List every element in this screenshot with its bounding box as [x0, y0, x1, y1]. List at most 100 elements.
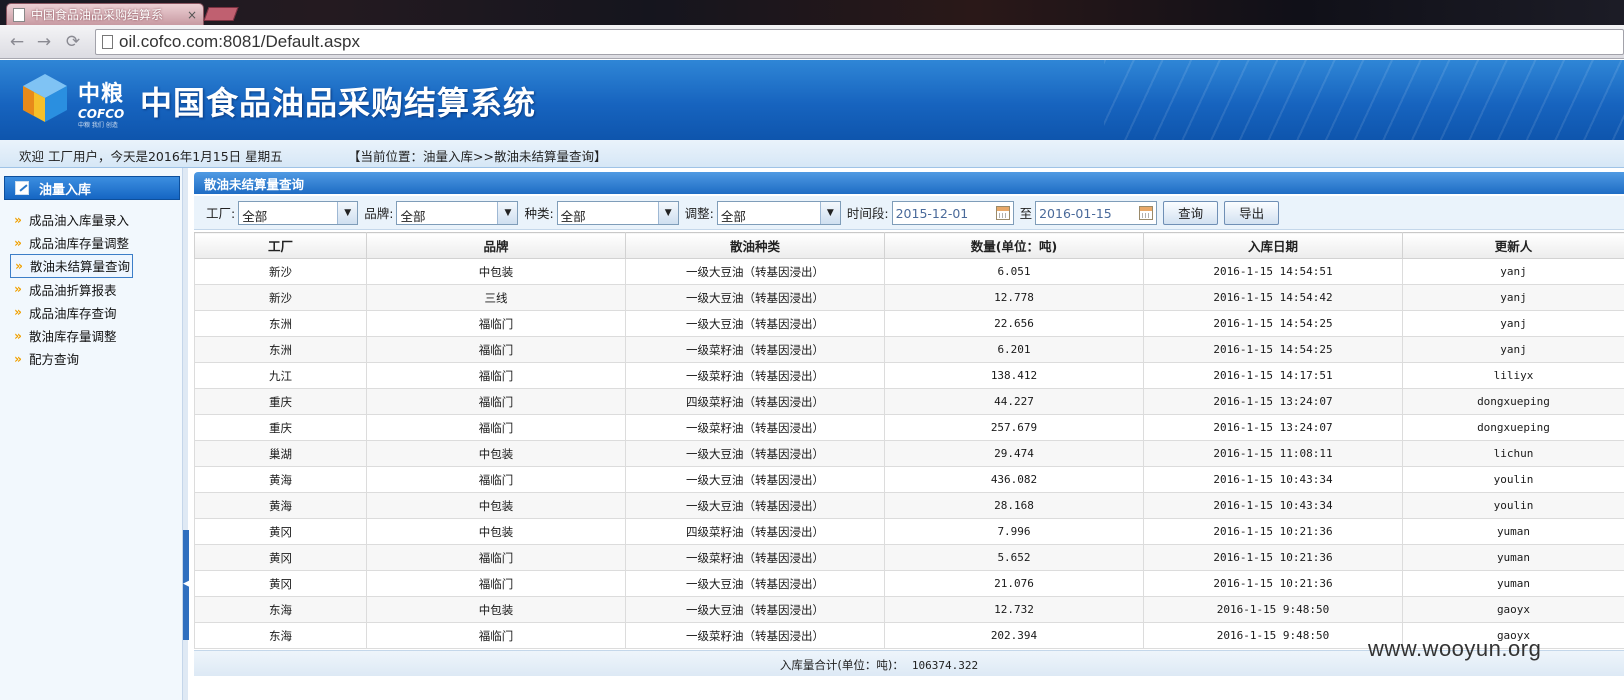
table-cell: 6.051 — [884, 258, 1144, 285]
table-row[interactable]: 黄冈 福临门 一级大豆油（转基因浸出） 21.076 2016-1-15 10:21:3… — [194, 570, 1624, 597]
table-cell: dongxueping — [1402, 414, 1624, 441]
table-row[interactable]: 黄海 福临门 一级大豆油（转基因浸出） 436.082 2016-1-15 10:43:… — [194, 466, 1624, 493]
browser-tab[interactable]: 中国食品油品采购结算系 × — [6, 3, 204, 25]
table-cell: 一级菜籽油（转基因浸出） — [625, 622, 885, 649]
sidebar-item[interactable]: » 成品油库存量调整 — [10, 231, 180, 254]
site-banner: 中粮 COFCO 中粮 我们 创造 中国食品油品采购结算系统 — [0, 60, 1624, 140]
chevron-right-icon: » — [14, 212, 22, 227]
sidebar-item-label: 配方查询 — [29, 352, 80, 368]
table-row[interactable]: 东海 中包装 一级大豆油（转基因浸出） 12.732 2016-1-15 9:48:50… — [194, 596, 1624, 623]
dropdown-arrow-icon[interactable]: ▼ — [657, 201, 678, 224]
table-cell: 202.394 — [884, 622, 1144, 649]
summary-label: 入库量合计(单位：吨)： — [779, 658, 904, 672]
type-select-value: 全部 — [560, 208, 586, 224]
chevron-right-icon: » — [14, 328, 22, 343]
table-cell: yanj — [1402, 284, 1624, 311]
date-from-value: 2015-12-01 — [895, 205, 969, 221]
table-row[interactable]: 东洲 福临门 一级大豆油（转基因浸出） 22.656 2016-1-15 14:54:2… — [194, 310, 1624, 337]
close-tab-icon[interactable]: × — [187, 8, 197, 22]
sidebar-menu: » 成品油入库量录入 » 成品油库存量调整 » 散油未结算量查询 » 成品油折算报表 » 成品油库… — [10, 208, 180, 370]
reload-icon[interactable]: ⟳ — [62, 31, 84, 53]
table-row[interactable]: 新沙 中包装 一级大豆油（转基因浸出） 6.051 2016-1-15 14:54:51… — [194, 258, 1624, 285]
table-row[interactable]: 重庆 福临门 四级菜籽油（转基因浸出） 44.227 2016-1-15 13:24:0… — [194, 388, 1624, 415]
table-cell: 138.412 — [884, 362, 1144, 389]
table-cell: 44.227 — [884, 388, 1144, 415]
dropdown-arrow-icon[interactable]: ▼ — [819, 201, 840, 224]
breadcrumb: 【当前位置：油量入库>>散油未结算量查询】 — [348, 149, 607, 164]
table-cell: 257.679 — [884, 414, 1144, 441]
url-text[interactable]: oil.cofco.com:8081/Default.aspx — [119, 32, 360, 52]
table-cell: liliyx — [1402, 362, 1624, 389]
date-to-input[interactable]: 2016-01-15 — [1035, 200, 1158, 225]
column-header[interactable]: 更新人 — [1402, 232, 1624, 259]
sidebar-item[interactable]: » 配方查询 — [10, 347, 180, 370]
column-header[interactable]: 入库日期 — [1143, 232, 1403, 259]
table-cell: 黄海 — [194, 492, 367, 519]
address-bar[interactable]: oil.cofco.com:8081/Default.aspx — [95, 29, 1624, 55]
table-cell: 黄海 — [194, 466, 367, 493]
table-row[interactable]: 东洲 福临门 一级菜籽油（转基因浸出） 6.201 2016-1-15 14:54:25… — [194, 336, 1624, 363]
table-cell: 2016-1-15 14:17:51 — [1143, 362, 1403, 389]
table-row[interactable]: 黄海 中包装 一级大豆油（转基因浸出） 28.168 2016-1-15 10:43:3… — [194, 492, 1624, 519]
table-cell: 2016-1-15 14:54:25 — [1143, 310, 1403, 337]
query-button[interactable]: 查询 — [1163, 200, 1219, 225]
table-row[interactable]: 巢湖 中包装 一级大豆油（转基因浸出） 29.474 2016-1-15 11:08:1… — [194, 440, 1624, 467]
type-select[interactable]: 全部 ▼ — [556, 200, 679, 225]
column-header[interactable]: 品牌 — [366, 232, 626, 259]
table-cell: yuman — [1402, 518, 1624, 545]
forward-icon[interactable]: → — [33, 31, 55, 53]
table-row[interactable]: 黄冈 中包装 四级菜籽油（转基因浸出） 7.996 2016-1-15 10:21:36… — [194, 518, 1624, 545]
table-cell: 一级大豆油（转基因浸出） — [625, 310, 885, 337]
calendar-icon[interactable] — [995, 205, 1010, 220]
table-row[interactable]: 新沙 三线 一级大豆油（转基因浸出） 12.778 2016-1-15 14:54:42… — [194, 284, 1624, 311]
table-row[interactable]: 重庆 福临门 一级菜籽油（转基因浸出） 257.679 2016-1-15 13:24:… — [194, 414, 1624, 441]
sidebar-item[interactable]: » 散油库存量调整 — [10, 324, 180, 347]
table-cell: 2016-1-15 10:43:34 — [1143, 466, 1403, 493]
dropdown-arrow-icon[interactable]: ▼ — [337, 201, 358, 224]
sidebar-item[interactable]: » 散油未结算量查询 — [10, 254, 133, 278]
column-header[interactable]: 工厂 — [194, 232, 367, 259]
back-icon[interactable]: ← — [6, 31, 28, 53]
sidebar-splitter[interactable]: ◀ — [182, 168, 190, 700]
table-row[interactable]: 黄冈 福临门 一级菜籽油（转基因浸出） 5.652 2016-1-15 10:21:36… — [194, 544, 1624, 571]
table-cell: 一级大豆油（转基因浸出） — [625, 466, 885, 493]
sidebar-item-label: 散油库存量调整 — [29, 329, 117, 345]
table-cell: 一级菜籽油（转基因浸出） — [625, 414, 885, 441]
column-header[interactable]: 数量(单位：吨) — [884, 232, 1144, 259]
date-from-input[interactable]: 2015-12-01 — [891, 200, 1014, 225]
table-cell: yanj — [1402, 258, 1624, 285]
sidebar-item[interactable]: » 成品油折算报表 — [10, 278, 180, 301]
table-cell: 九江 — [194, 362, 367, 389]
table-cell: 福临门 — [366, 544, 626, 571]
chevron-right-icon: » — [14, 235, 22, 250]
table-cell: 2016-1-15 14:54:51 — [1143, 258, 1403, 285]
table-cell: 福临门 — [366, 336, 626, 363]
table-cell: 巢湖 — [194, 440, 367, 467]
new-tab-button[interactable] — [203, 7, 239, 21]
dropdown-arrow-icon[interactable]: ▼ — [497, 201, 518, 224]
filter-bar: 工厂: 全部 ▼ 品牌: 全部 ▼ 种类: 全部 ▼ 调整: 全部 ▼ 时间段:… — [194, 196, 1624, 230]
to-label: 至 — [1019, 206, 1033, 221]
sidebar-item[interactable]: » 成品油入库量录入 — [10, 208, 180, 231]
table-cell: 中包装 — [366, 258, 626, 285]
table-cell: 一级菜籽油（转基因浸出） — [625, 544, 885, 571]
brand-label: 品牌: — [364, 206, 394, 221]
table-cell: 2016-1-15 14:54:25 — [1143, 336, 1403, 363]
adjust-select[interactable]: 全部 ▼ — [716, 200, 841, 225]
logo-slogan: 中粮 我们 创造 — [78, 122, 118, 129]
table-cell: 2016-1-15 9:48:50 — [1143, 596, 1403, 623]
sidebar-item[interactable]: » 成品油库存查询 — [10, 301, 180, 324]
sidebar-item-label: 成品油库存量调整 — [29, 236, 130, 252]
brand-select[interactable]: 全部 ▼ — [396, 200, 519, 225]
sidebar-header[interactable]: 油量入库 — [4, 176, 180, 200]
page-icon — [102, 35, 113, 49]
summary-value: 106374.322 — [911, 659, 979, 672]
collapse-arrow-icon[interactable]: ◀ — [183, 579, 190, 589]
table-row[interactable]: 九江 福临门 一级菜籽油（转基因浸出） 138.412 2016-1-15 14:17:… — [194, 362, 1624, 389]
table-cell: 黄冈 — [194, 544, 367, 571]
column-header[interactable]: 散油种类 — [625, 232, 885, 259]
export-button[interactable]: 导出 — [1224, 200, 1280, 225]
calendar-icon[interactable] — [1139, 205, 1154, 220]
factory-select[interactable]: 全部 ▼ — [238, 200, 359, 225]
chevron-right-icon: » — [15, 258, 23, 273]
